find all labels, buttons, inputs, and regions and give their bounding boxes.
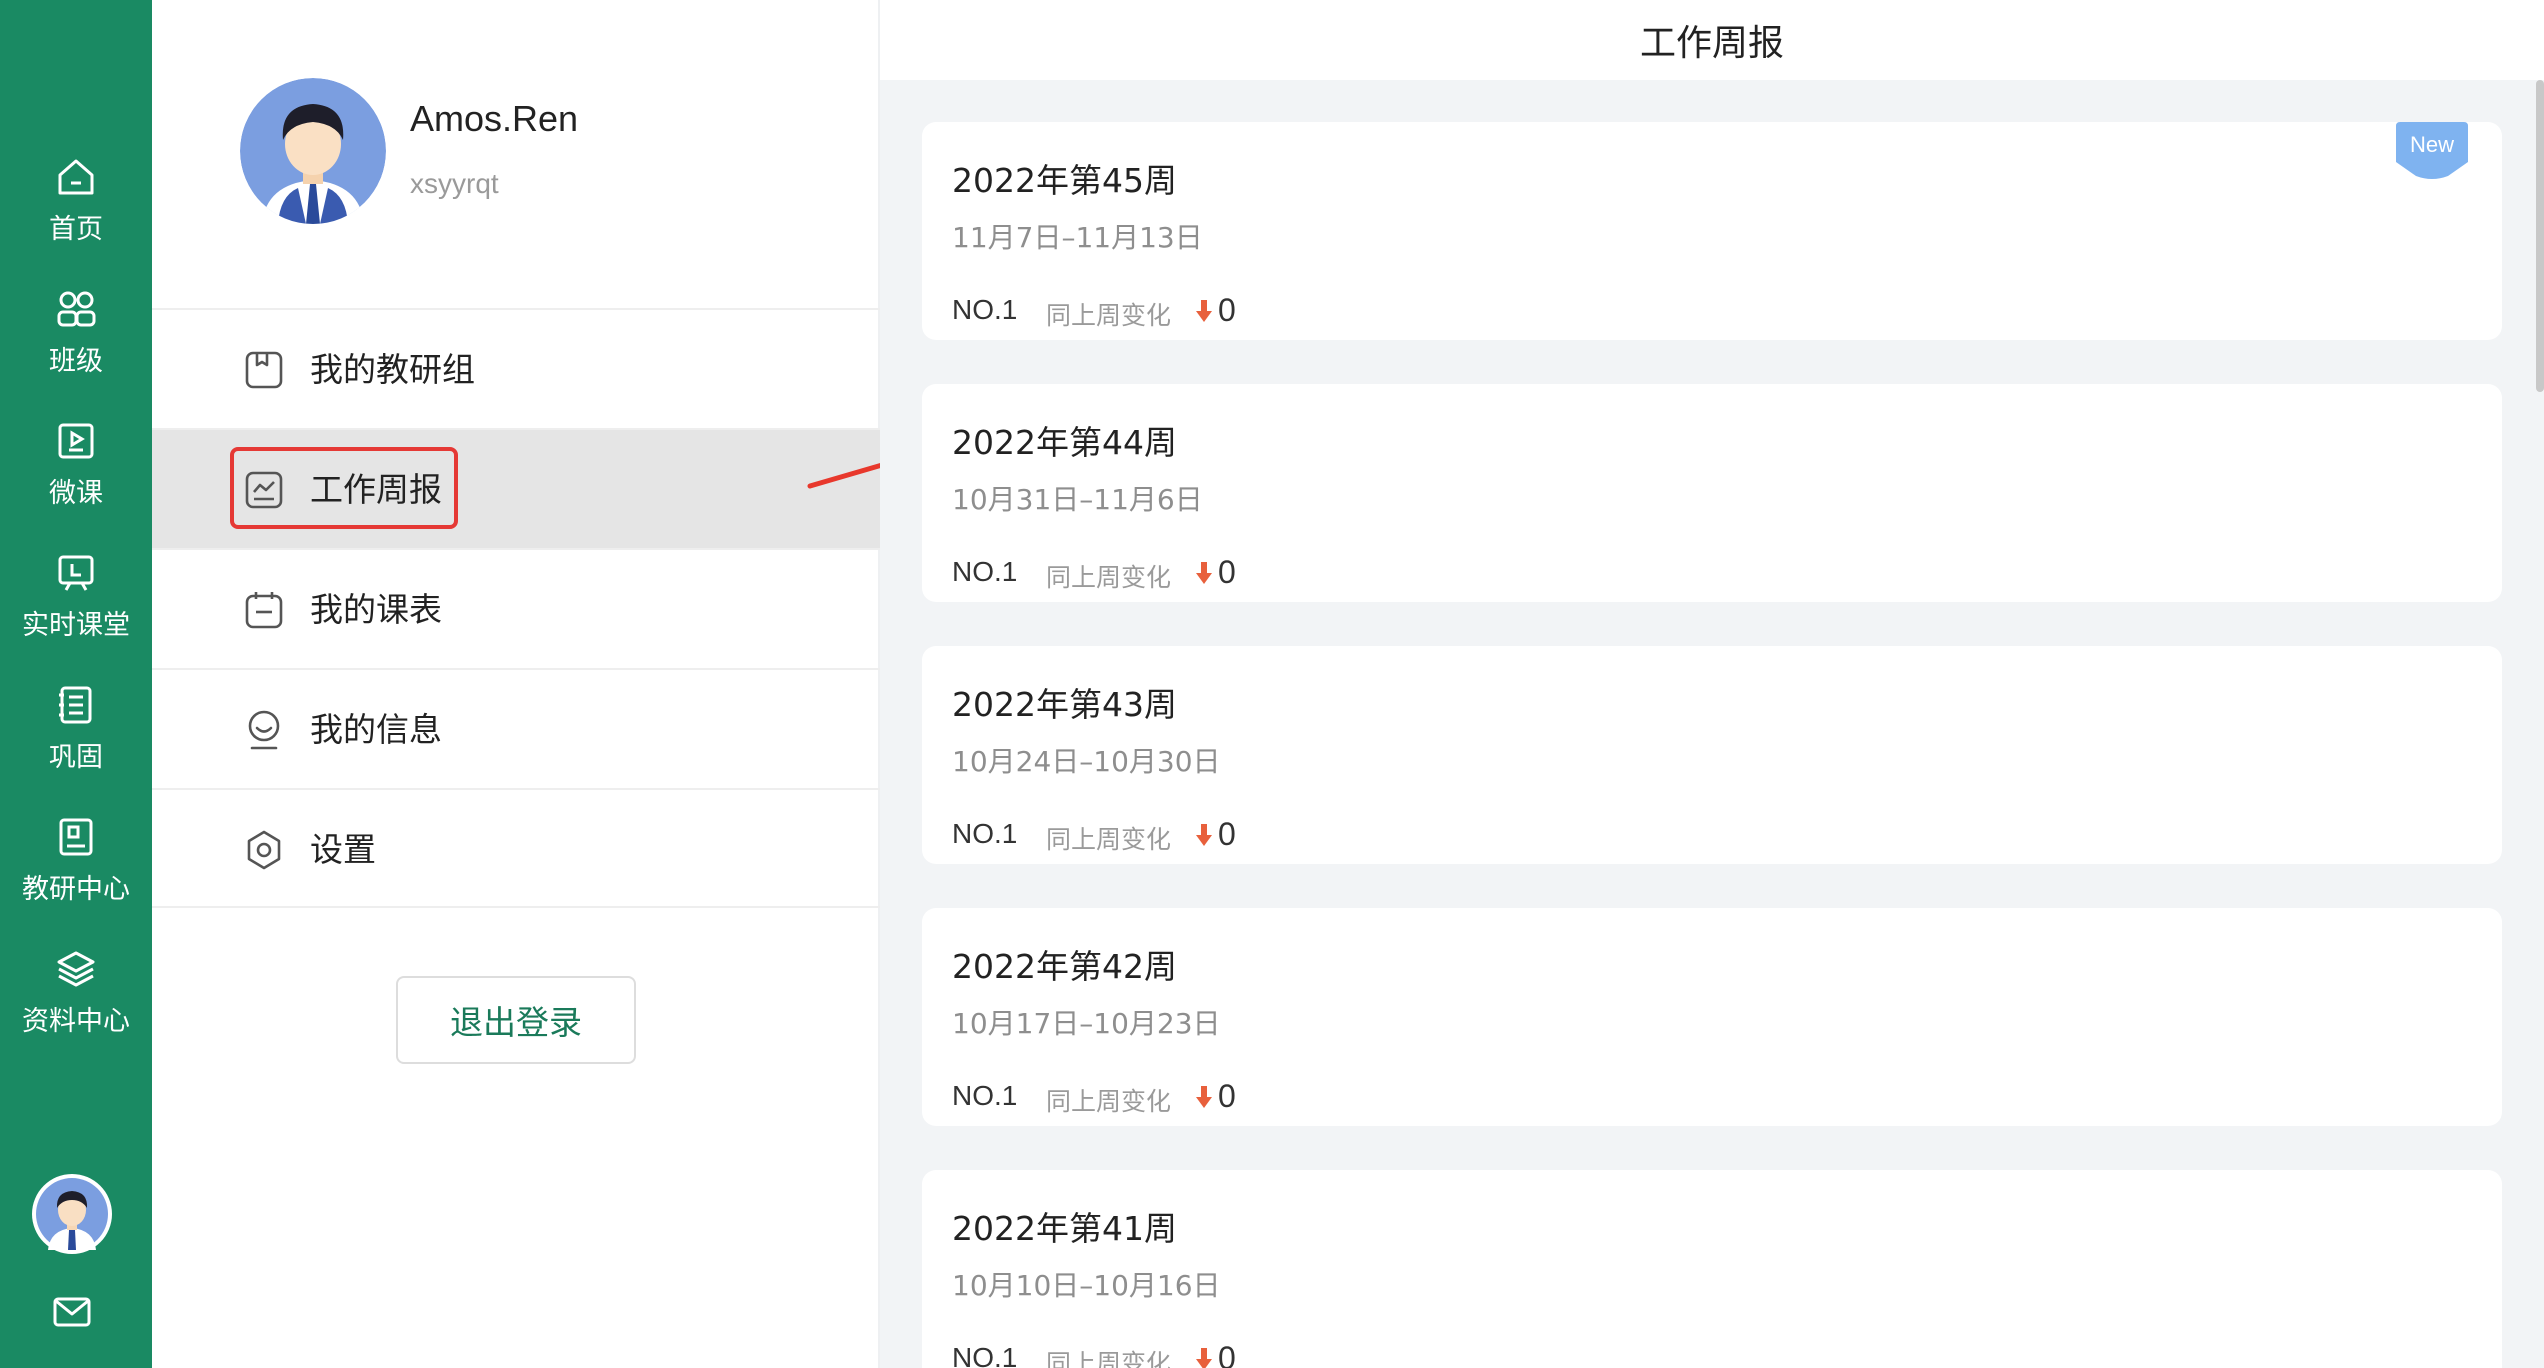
report-change-value: 0 [1218,292,1236,328]
menu-label-schedule: 我的课表 [310,590,442,629]
report-change-value: 0 [1218,1340,1236,1368]
app-window: 首页 班级 微课 实时课堂 巩固 教研中心 资料中心 Amos.Ren xsyy… [0,0,2544,1368]
profile-menu: 我的教研组 工作周报 我的课表 我的信息 设置 [152,308,880,908]
report-title: 2022年第42周 [952,947,1177,986]
down-arrow-icon [1194,1084,1214,1110]
review-icon [59,686,92,723]
report-date-range: 11月7日–11月13日 [952,221,1203,254]
report-card[interactable]: 2022年第44周 10月31日–11月6日 NO.1 同上周变化 0 [922,384,2502,602]
report-change-label: 同上周变化 [1046,1087,1172,1116]
user-avatar-icon [240,78,386,224]
profile-avatar[interactable] [240,78,386,224]
report-change-label: 同上周变化 [1046,301,1172,330]
profile-name: Amos.Ren [410,98,579,139]
home-icon [58,159,94,194]
report-card[interactable]: 2022年第42周 10月17日–10月23日 NO.1 同上周变化 0 [922,908,2502,1126]
report-change-value: 0 [1218,554,1236,590]
profile-account: xsyyrqt [410,168,499,199]
down-arrow-icon [1194,822,1214,848]
rail-item-class[interactable]: 班级 [0,272,152,392]
report-change-value: 0 [1218,816,1236,852]
rail-label-research-center: 教研中心 [22,873,130,905]
page-title: 工作周报 [1639,23,1784,64]
rail-label-home: 首页 [49,213,103,245]
rail-item-micro-lesson[interactable]: 微课 [0,404,152,524]
down-arrow-icon [1194,1346,1214,1368]
report-date-range: 10月24日–10月30日 [952,745,1221,778]
weekly-report-content: 工作周报 New 2022年第45周 11月7日–11月13日 NO.1 同上周… [880,0,2544,1368]
schedule-icon [242,588,286,632]
rail-label-resource-center: 资料中心 [22,1005,130,1037]
down-arrow-icon [1194,298,1214,324]
report-rank: NO.1 [952,556,1018,587]
report-title: 2022年第44周 [952,423,1177,462]
rail-label-class: 班级 [49,345,103,377]
report-date-range: 10月17日–10月23日 [952,1007,1221,1040]
menu-item-weekly-report[interactable]: 工作周报 [152,428,880,548]
profile-panel: Amos.Ren xsyyrqt 我的教研组 工作周报 我的课表 我的信息 设置… [152,0,880,1368]
rail-mail[interactable] [50,1290,94,1334]
down-arrow-icon [1194,560,1214,586]
content-header: 工作周报 [880,0,2544,80]
report-rank: NO.1 [952,1080,1018,1111]
menu-item-schedule[interactable]: 我的课表 [152,548,880,668]
report-card[interactable]: 2022年第43周 10月24日–10月30日 NO.1 同上周变化 0 [922,646,2502,864]
user-info-icon [242,708,286,752]
settings-icon [242,828,286,872]
report-title: 2022年第45周 [952,161,1177,200]
research-group-icon [242,348,286,392]
mail-icon [53,1297,91,1327]
resource-center-icon [57,951,95,986]
report-rank: NO.1 [952,294,1018,325]
report-change-value: 0 [1218,1078,1236,1114]
menu-label-settings: 设置 [310,830,376,869]
class-icon [57,291,96,326]
micro-lesson-icon [58,423,94,458]
rail-item-research-center[interactable]: 教研中心 [0,800,152,920]
report-list[interactable]: New 2022年第45周 11月7日–11月13日 NO.1 同上周变化 0 … [922,122,2502,1368]
report-change-label: 同上周变化 [1046,825,1172,854]
menu-label-user-info: 我的信息 [310,710,442,749]
logout-button[interactable]: 退出登录 [396,976,636,1064]
report-rank: NO.1 [952,818,1018,849]
scrollbar[interactable] [2536,80,2544,392]
report-rank: NO.1 [952,1342,1018,1368]
rail-item-review[interactable]: 巩固 [0,668,152,788]
rail-label-micro-lesson: 微课 [49,477,103,509]
rail-item-live-class[interactable]: 实时课堂 [0,536,152,656]
user-avatar-icon [36,1178,108,1250]
report-title: 2022年第43周 [952,685,1177,724]
report-card[interactable]: New 2022年第45周 11月7日–11月13日 NO.1 同上周变化 0 [922,122,2502,340]
profile-header: Amos.Ren xsyyrqt [152,0,880,308]
rail-item-home[interactable]: 首页 [0,140,152,260]
menu-item-user-info[interactable]: 我的信息 [152,668,880,788]
report-change-label: 同上周变化 [1046,1349,1172,1368]
report-change-label: 同上周变化 [1046,563,1172,592]
rail-avatar[interactable] [32,1174,112,1254]
menu-item-research-group[interactable]: 我的教研组 [152,308,880,428]
rail-item-resource-center[interactable]: 资料中心 [0,932,152,1052]
menu-label-weekly-report: 工作周报 [310,470,442,509]
report-title: 2022年第41周 [952,1209,1177,1248]
report-card[interactable]: 2022年第41周 10月10日–10月16日 NO.1 同上周变化 0 [922,1170,2502,1368]
menu-item-settings[interactable]: 设置 [152,788,880,908]
new-badge-label: New [2409,132,2454,157]
menu-label-research-group: 我的教研组 [310,350,475,389]
report-date-range: 10月31日–11月6日 [952,483,1203,516]
research-center-icon [59,818,93,855]
rail-label-review: 巩固 [49,741,103,773]
left-nav-rail: 首页 班级 微课 实时课堂 巩固 教研中心 资料中心 [0,0,152,1368]
weekly-report-icon [242,468,286,512]
live-class-icon [58,555,94,591]
new-badge: New [2396,122,2468,180]
report-date-range: 10月10日–10月16日 [952,1269,1221,1302]
rail-label-live-class: 实时课堂 [22,609,130,641]
